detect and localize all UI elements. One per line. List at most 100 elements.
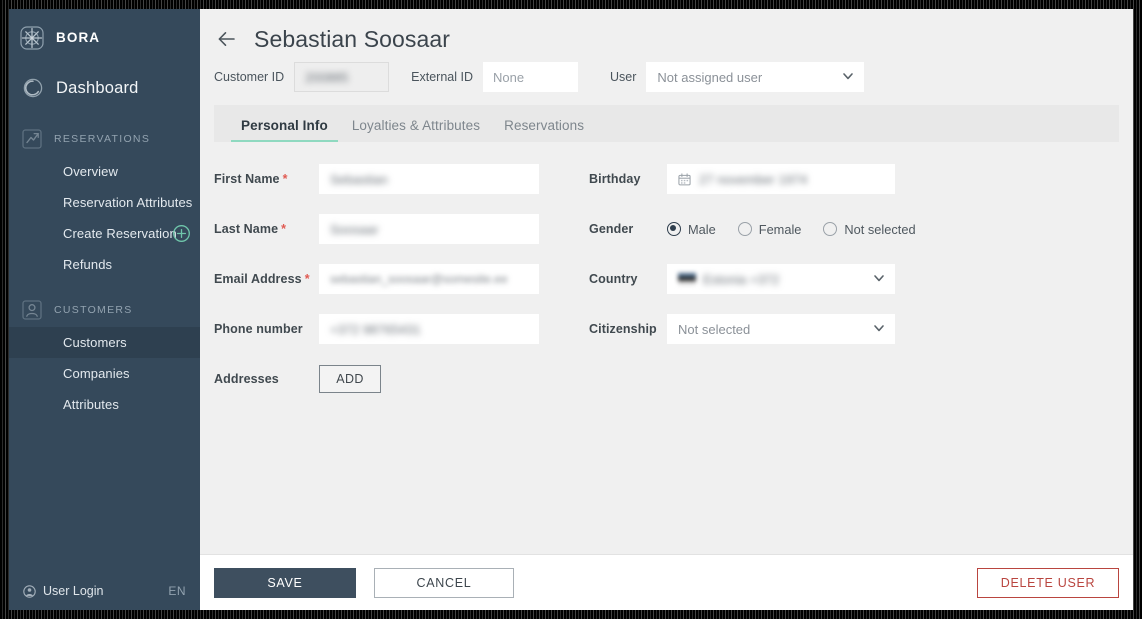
user-circle-icon xyxy=(23,584,36,598)
first-name-value: Sebastian xyxy=(330,171,388,187)
citizenship-select[interactable]: Not selected xyxy=(667,314,895,344)
dashboard-circle-icon xyxy=(21,76,45,100)
gender-radio-group: Male Female Not selected xyxy=(667,222,938,237)
first-name-input[interactable]: Sebastian xyxy=(319,164,539,194)
gender-radio-not-selected[interactable]: Not selected xyxy=(823,221,916,237)
tab-bar: Personal Info Loyalties & Attributes Res… xyxy=(214,105,1119,142)
gender-radio-female[interactable]: Female xyxy=(737,221,802,237)
sidebar-item-label: Refunds xyxy=(63,257,113,272)
language-selector[interactable]: EN xyxy=(168,584,186,598)
email-input[interactable]: sebastian_soosaar@somesite.ee xyxy=(319,264,539,294)
chevron-down-icon xyxy=(841,69,855,86)
field-gender: Gender Male Female Not selected xyxy=(589,214,938,244)
birthday-input[interactable]: 27 november 1974 xyxy=(667,164,895,194)
cancel-button[interactable]: CANCEL xyxy=(374,567,514,598)
delete-user-button[interactable]: DELETE USER xyxy=(977,567,1119,598)
field-first-name: First Name * Sebastian xyxy=(214,164,539,194)
first-name-label: First Name * xyxy=(214,172,288,186)
tab-personal-info[interactable]: Personal Info xyxy=(229,118,340,142)
plus-circle-icon[interactable] xyxy=(172,224,191,243)
last-name-label: Last Name * xyxy=(214,222,287,236)
tab-loyalties-attributes[interactable]: Loyalties & Attributes xyxy=(340,118,492,142)
sidebar-dashboard-label: Dashboard xyxy=(56,78,139,97)
sidebar-footer: User Login EN xyxy=(9,572,200,610)
chart-square-icon xyxy=(21,128,43,150)
user-square-icon xyxy=(21,299,43,321)
user-select-value: Not assigned user xyxy=(657,69,763,85)
sidebar-item-refunds[interactable]: Refunds xyxy=(9,249,200,280)
save-label: SAVE xyxy=(267,575,303,590)
email-value: sebastian_soosaar@somesite.ee xyxy=(330,272,508,286)
country-select[interactable]: Estonia +372 xyxy=(667,264,895,294)
delete-user-label: DELETE USER xyxy=(1000,575,1096,590)
birthday-label: Birthday xyxy=(589,172,641,186)
phone-value: +372 98765431 xyxy=(330,321,421,337)
field-addresses: Addresses ADD xyxy=(214,364,539,394)
field-phone: Phone number +372 98765431 xyxy=(214,314,539,344)
sidebar-item-attributes[interactable]: Attributes xyxy=(9,389,200,420)
brand-logo[interactable]: BORA xyxy=(9,9,200,53)
external-id-placeholder: None xyxy=(493,69,525,85)
external-id-field[interactable]: None xyxy=(483,62,578,92)
required-marker: * xyxy=(282,172,288,186)
form-column-left: First Name * Sebastian Last Name * Soosaar xyxy=(214,164,539,414)
tab-label: Personal Info xyxy=(241,118,328,133)
phone-label: Phone number xyxy=(214,322,303,336)
sidebar-section-label: RESERVATIONS xyxy=(54,133,151,145)
app-window: BORA Dashboard RESERVATIONS Overview Res… xyxy=(9,9,1133,610)
radio-unselected-icon xyxy=(737,222,752,236)
gender-option-label: Female xyxy=(758,221,802,237)
window-frame: BORA Dashboard RESERVATIONS Overview Res… xyxy=(0,0,1142,619)
sidebar-item-label: Overview xyxy=(63,164,118,179)
sidebar-item-reservation-attributes[interactable]: Reservation Attributes xyxy=(9,187,200,218)
sidebar-item-label: Attributes xyxy=(63,397,119,412)
sidebar-item-overview[interactable]: Overview xyxy=(9,156,200,187)
add-address-label: ADD xyxy=(336,372,364,386)
page-title: Sebastian Soosaar xyxy=(254,25,451,52)
sidebar-item-label: Reservation Attributes xyxy=(63,195,193,210)
sidebar-item-customers[interactable]: Customers xyxy=(9,327,200,358)
gender-option-label: Male xyxy=(688,221,716,237)
sidebar-item-companies[interactable]: Companies xyxy=(9,358,200,389)
sidebar-section-reservations: RESERVATIONS xyxy=(9,122,200,156)
flag-estonia-icon xyxy=(678,273,696,285)
action-bar: SAVE CANCEL DELETE USER xyxy=(200,554,1133,610)
addresses-label: Addresses xyxy=(214,372,279,386)
arrow-left-icon[interactable] xyxy=(214,26,240,52)
add-address-button[interactable]: ADD xyxy=(319,365,381,393)
page-header: Sebastian Soosaar xyxy=(200,9,1133,55)
chevron-down-icon xyxy=(872,271,886,288)
form-column-right: Birthday 27 november 1974 Gender Male Fe… xyxy=(589,164,938,364)
radio-unselected-icon xyxy=(823,222,838,236)
field-last-name: Last Name * Soosaar xyxy=(214,214,539,244)
calendar-icon xyxy=(678,172,691,186)
external-id-label: External ID xyxy=(411,70,473,84)
sidebar-item-dashboard[interactable]: Dashboard xyxy=(9,67,200,109)
birthday-value: 27 november 1974 xyxy=(699,171,808,187)
required-marker: * xyxy=(281,222,287,236)
sidebar-item-label: Companies xyxy=(63,366,130,381)
user-login-label[interactable]: User Login xyxy=(43,584,168,598)
sidebar-item-label: Customers xyxy=(63,335,127,350)
sidebar-section-label: CUSTOMERS xyxy=(54,304,133,316)
user-label: User xyxy=(610,70,637,84)
citizenship-value: Not selected xyxy=(678,321,751,337)
gender-label: Gender xyxy=(589,222,634,236)
last-name-value: Soosaar xyxy=(330,221,379,237)
tab-label: Reservations xyxy=(504,118,585,133)
gender-option-label: Not selected xyxy=(844,221,916,237)
identifier-row: Customer ID 200885 External ID None User… xyxy=(200,55,1133,99)
gender-radio-male[interactable]: Male xyxy=(667,222,716,237)
compass-logo-icon xyxy=(19,25,45,51)
last-name-input[interactable]: Soosaar xyxy=(319,214,539,244)
tab-reservations[interactable]: Reservations xyxy=(492,118,596,142)
phone-input[interactable]: +372 98765431 xyxy=(319,314,539,344)
save-button[interactable]: SAVE xyxy=(214,567,356,598)
sidebar-item-create-reservation[interactable]: Create Reservation xyxy=(9,218,200,249)
sidebar-section-customers: CUSTOMERS xyxy=(9,293,200,327)
field-citizenship: Citizenship Not selected xyxy=(589,314,938,344)
country-value: Estonia +372 xyxy=(703,271,780,287)
required-marker: * xyxy=(304,272,310,286)
user-select[interactable]: Not assigned user xyxy=(646,62,865,92)
customer-id-field: 200885 xyxy=(294,62,390,92)
